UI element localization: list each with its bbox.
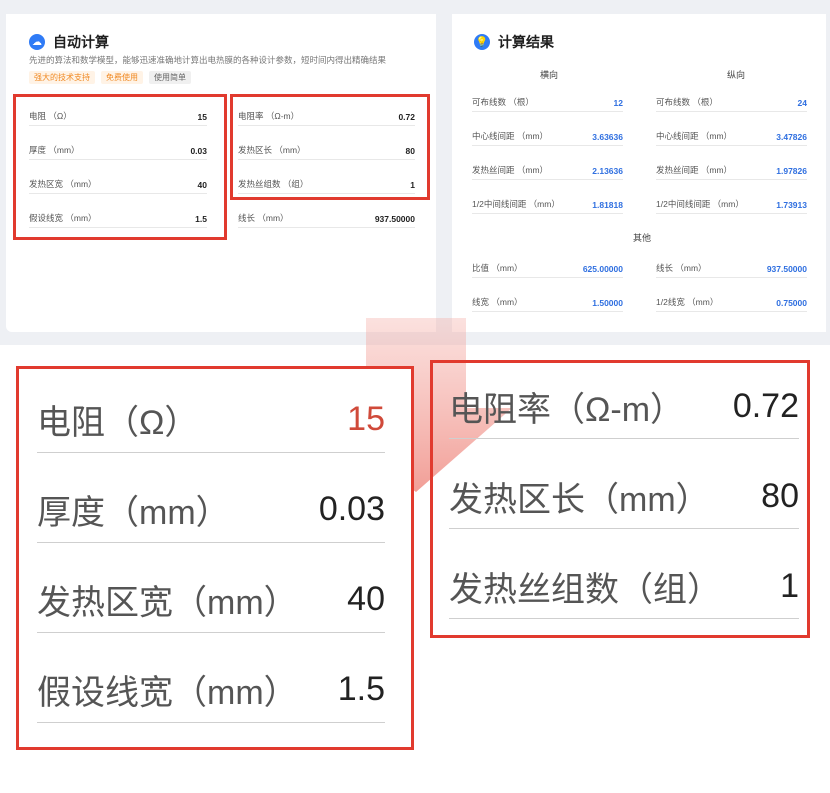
zoom-panel-right: 电阻率（Ω-m） 0.72 发热区长（mm） 80 发热丝组数（组） 1 bbox=[430, 360, 810, 638]
zoom-row-heat-length: 发热区长（mm） 80 bbox=[449, 465, 799, 529]
zoom-row-resistance: 电阻（Ω） 15 bbox=[37, 387, 385, 453]
zoom-row-resistivity: 电阻率（Ω-m） 0.72 bbox=[449, 375, 799, 439]
zoom-row-heat-width: 发热区宽（mm） 40 bbox=[37, 567, 385, 633]
zoom-row-thickness: 厚度（mm） 0.03 bbox=[37, 477, 385, 543]
zoom-row-wire-groups: 发热丝组数（组） 1 bbox=[449, 555, 799, 619]
zoom-panel-left: 电阻（Ω） 15 厚度（mm） 0.03 发热区宽（mm） 40 假设线宽（mm… bbox=[16, 366, 414, 750]
zoom-row-line-width: 假设线宽（mm） 1.5 bbox=[37, 657, 385, 723]
